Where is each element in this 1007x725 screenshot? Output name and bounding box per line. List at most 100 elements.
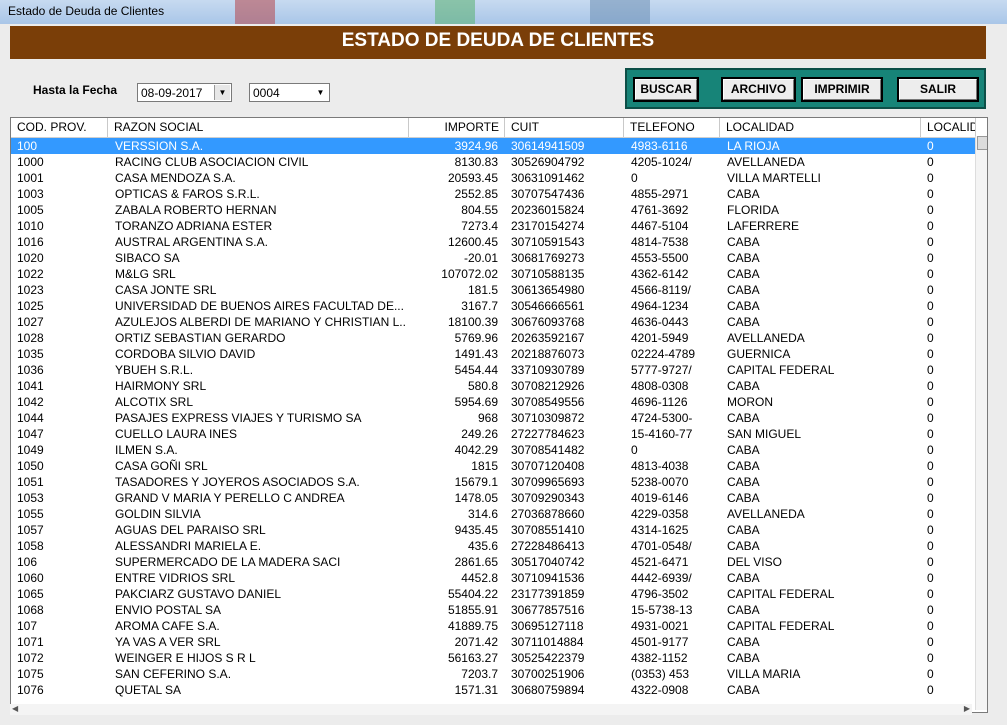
cell-telefono: 4521-6471 bbox=[631, 555, 689, 569]
table-row[interactable]: 107 AROMA CAFE S.A. 41889.75 30695127118 493… bbox=[11, 618, 976, 634]
chevron-down-icon[interactable]: ▼ bbox=[214, 85, 230, 100]
col-header-importe[interactable]: IMPORTE bbox=[409, 118, 505, 137]
table-row[interactable]: 1047 CUELLO LAURA INES 249.26 27227784623 15… bbox=[11, 426, 976, 442]
cell-importe: 2071.42 bbox=[454, 635, 498, 649]
table-row[interactable]: 1001 CASA MENDOZA S.A. 20593.45 30631091462… bbox=[11, 170, 976, 186]
table-row[interactable]: 1075 SAN CEFERINO S.A. 7203.7 30700251906 (0… bbox=[11, 666, 976, 682]
table-row[interactable]: 1005 ZABALA ROBERTO HERNAN 804.55 202360158… bbox=[11, 202, 976, 218]
col-header-localid[interactable]: LOCALID bbox=[921, 118, 976, 137]
col-header-cuit[interactable]: CUIT bbox=[505, 118, 624, 137]
table-row[interactable]: 1055 GOLDIN SILVIA 314.6 27036878660 4229-03… bbox=[11, 506, 976, 522]
cell-telefono: 4201-5949 bbox=[631, 331, 689, 345]
cell-localid: 0 bbox=[927, 523, 934, 537]
table-row[interactable]: 1068 ENVIO POSTAL SA 51855.91 30677857516 15… bbox=[11, 602, 976, 618]
cell-importe: 1491.43 bbox=[454, 347, 498, 361]
table-row[interactable]: 1025 UNIVERSIDAD DE BUENOS AIRES FACULTAD… bbox=[11, 298, 976, 314]
cell-localid: 0 bbox=[927, 635, 934, 649]
cell-cuit: 30709965693 bbox=[511, 475, 585, 489]
scroll-thumb[interactable] bbox=[977, 136, 987, 150]
table-row[interactable]: 1051 TASADORES Y JOYEROS ASOCIADOS S.A. 15… bbox=[11, 474, 976, 490]
imprimir-button[interactable]: IMPRIMIR bbox=[801, 77, 883, 102]
cell-telefono: 4636-0443 bbox=[631, 315, 689, 329]
table-row[interactable]: 100 VERSSION S.A. 3924.96 30614941509 4983-6… bbox=[11, 138, 976, 154]
archivo-button[interactable]: ARCHIVO bbox=[721, 77, 796, 102]
table-row[interactable]: 1035 CORDOBA SILVIO DAVID 1491.43 202188760… bbox=[11, 346, 976, 362]
scroll-left-icon[interactable]: ◀ bbox=[12, 704, 18, 713]
date-value: 08-09-2017 bbox=[141, 86, 203, 100]
cell-cuit: 20236015824 bbox=[511, 203, 585, 217]
chevron-down-icon[interactable]: ▼ bbox=[313, 85, 328, 100]
buscar-label: BUSCAR bbox=[640, 82, 692, 96]
table-row[interactable]: 1003 OPTICAS & FAROS S.R.L. 2552.85 3070754… bbox=[11, 186, 976, 202]
cell-cod-prov: 1022 bbox=[17, 267, 44, 281]
app-window: Estado de Deuda de Clientes ESTADO DE DE… bbox=[0, 0, 1007, 725]
table-row[interactable]: 1050 CASA GOÑI SRL 1815 30707120408 4813-403… bbox=[11, 458, 976, 474]
title-bar[interactable]: Estado de Deuda de Clientes bbox=[0, 0, 1007, 25]
cell-razon-social: CASA JONTE SRL bbox=[115, 283, 217, 297]
cell-cuit: 27036878660 bbox=[511, 507, 585, 521]
table-row[interactable]: 1065 PAKCIARZ GUSTAVO DANIEL 55404.22 23177… bbox=[11, 586, 976, 602]
cell-cuit: 33710930789 bbox=[511, 363, 585, 377]
salir-button[interactable]: SALIR bbox=[897, 77, 979, 102]
table-row[interactable]: 1076 QUETAL SA 1571.31 30680759894 4322-0908… bbox=[11, 682, 976, 698]
table-row[interactable]: 1058 ALESSANDRI MARIELA E. 435.6 2722848641… bbox=[11, 538, 976, 554]
col-header-razon-social[interactable]: RAZON SOCIAL bbox=[108, 118, 409, 137]
table-row[interactable]: 1022 M&LG SRL 107072.02 30710588135 4362-614… bbox=[11, 266, 976, 282]
cell-telefono: 4813-4038 bbox=[631, 459, 689, 473]
cell-localid: 0 bbox=[927, 507, 934, 521]
cell-importe: 55404.22 bbox=[447, 587, 498, 601]
table-row[interactable]: 1049 ILMEN S.A. 4042.29 30708541482 0 CABA 0 bbox=[11, 442, 976, 458]
cell-importe: 107072.02 bbox=[441, 267, 498, 281]
cell-razon-social: ILMEN S.A. bbox=[115, 443, 178, 457]
cell-localid: 0 bbox=[927, 555, 934, 569]
imprimir-label: IMPRIMIR bbox=[814, 82, 870, 96]
table-row[interactable]: 1036 YBUEH S.R.L. 5454.44 33710930789 5777-9… bbox=[11, 362, 976, 378]
table-row[interactable]: 1044 PASAJES EXPRESS VIAJES Y TURISMO SA 9… bbox=[11, 410, 976, 426]
table-row[interactable]: 1057 AGUAS DEL PARAISO SRL 9435.45 30708551… bbox=[11, 522, 976, 538]
table-row[interactable]: 1028 ORTIZ SEBASTIAN GERARDO 5769.96 202635… bbox=[11, 330, 976, 346]
table-row[interactable]: 1042 ALCOTIX SRL 5954.69 30708549556 4696-11… bbox=[11, 394, 976, 410]
vertical-scrollbar[interactable] bbox=[975, 136, 987, 710]
cell-telefono: (0353) 453 bbox=[631, 667, 690, 681]
cell-localidad: GUERNICA bbox=[727, 347, 791, 361]
table-row[interactable]: 1060 ENTRE VIDRIOS SRL 4452.8 30710941536 44… bbox=[11, 570, 976, 586]
cell-telefono: 4467-5104 bbox=[631, 219, 689, 233]
col-header-cod-prov[interactable]: COD. PROV. bbox=[11, 118, 108, 137]
table-row[interactable]: 1027 AZULEJOS ALBERDI DE MARIANO Y CHRIST… bbox=[11, 314, 976, 330]
table-row[interactable]: 1020 SIBACO SA -20.01 30681769273 4553-5500 C… bbox=[11, 250, 976, 266]
cell-razon-social: AUSTRAL ARGENTINA S.A. bbox=[115, 235, 268, 249]
scroll-right-icon[interactable]: ▶ bbox=[964, 704, 970, 713]
code-select[interactable]: 0004 ▼ bbox=[249, 83, 330, 102]
debt-table[interactable]: COD. PROV. RAZON SOCIAL IMPORTE CUIT TEL… bbox=[10, 117, 988, 713]
cell-cuit: 30614941509 bbox=[511, 139, 585, 153]
cell-localidad: VILLA MARTELLI bbox=[727, 171, 821, 185]
cell-telefono: 4796-3502 bbox=[631, 587, 689, 601]
cell-localidad: CABA bbox=[727, 523, 760, 537]
table-row[interactable]: 1016 AUSTRAL ARGENTINA S.A. 12600.45 307105… bbox=[11, 234, 976, 250]
cell-telefono: 4855-2971 bbox=[631, 187, 689, 201]
table-row[interactable]: 1072 WEINGER E HIJOS S R L 56163.27 3052542… bbox=[11, 650, 976, 666]
cell-cod-prov: 1058 bbox=[17, 539, 44, 553]
horizontal-scrollbar[interactable]: ◀ ▶ bbox=[10, 704, 972, 715]
table-row[interactable]: 1000 RACING CLUB ASOCIACION CIVIL 8130.83 3… bbox=[11, 154, 976, 170]
table-row[interactable]: 1010 TORANZO ADRIANA ESTER 7273.4 231701542… bbox=[11, 218, 976, 234]
cell-cuit: 30680759894 bbox=[511, 683, 585, 697]
cell-cod-prov: 1053 bbox=[17, 491, 44, 505]
table-row[interactable]: 1023 CASA JONTE SRL 181.5 30613654980 4566-8… bbox=[11, 282, 976, 298]
cell-localid: 0 bbox=[927, 667, 934, 681]
table-row[interactable]: 1053 GRAND V MARIA Y PERELLO C ANDREA 1478… bbox=[11, 490, 976, 506]
date-picker[interactable]: 08-09-2017 ▼ bbox=[137, 83, 232, 102]
cell-cuit: 20218876073 bbox=[511, 347, 585, 361]
table-row[interactable]: 106 SUPERMERCADO DE LA MADERA SACI 2861.65… bbox=[11, 554, 976, 570]
table-row[interactable]: 1071 YA VAS A VER SRL 2071.42 30711014884 45… bbox=[11, 634, 976, 650]
col-header-telefono[interactable]: TELEFONO bbox=[624, 118, 720, 137]
cell-cuit: 30709290343 bbox=[511, 491, 585, 505]
table-row[interactable]: 1041 HAIRMONY SRL 580.8 30708212926 4808-030… bbox=[11, 378, 976, 394]
col-header-localidad[interactable]: LOCALIDAD bbox=[720, 118, 921, 137]
cell-razon-social: ORTIZ SEBASTIAN GERARDO bbox=[115, 331, 286, 345]
cell-localidad: LA RIOJA bbox=[727, 139, 780, 153]
cell-cuit: 30708551410 bbox=[511, 523, 585, 537]
report-banner: ESTADO DE DEUDA DE CLIENTES bbox=[10, 26, 986, 59]
cell-cod-prov: 1000 bbox=[17, 155, 44, 169]
buscar-button[interactable]: BUSCAR bbox=[633, 77, 699, 102]
